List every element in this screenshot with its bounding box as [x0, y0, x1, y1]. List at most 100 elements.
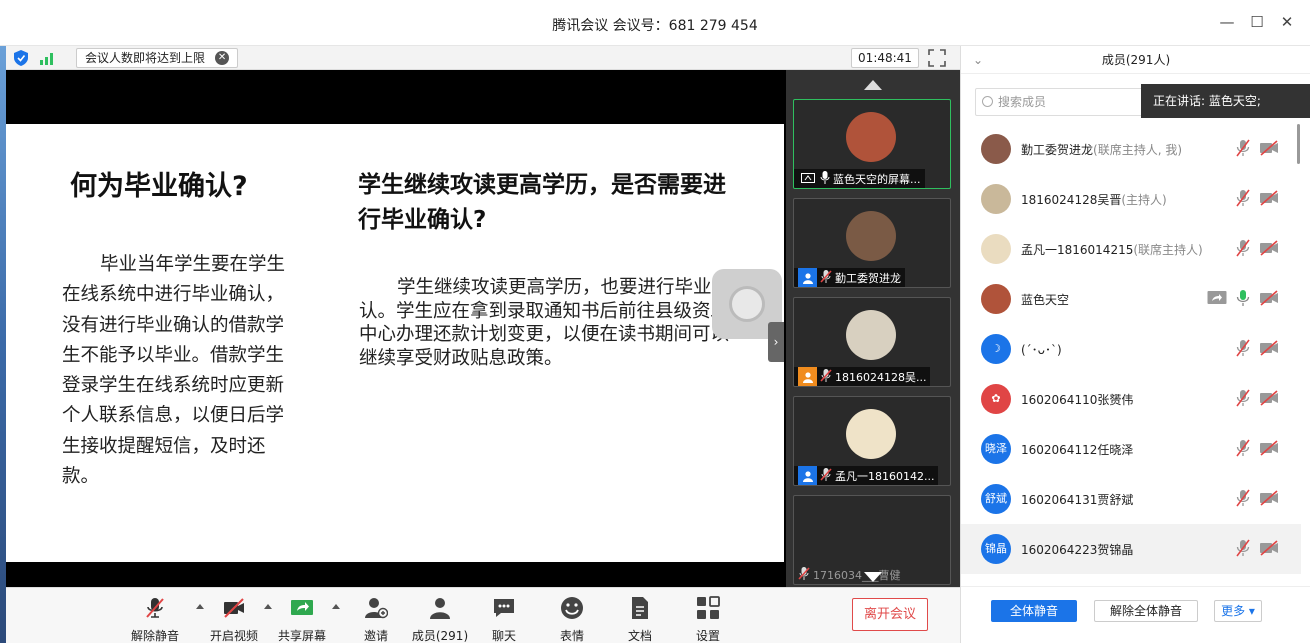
microphone-muted-icon[interactable]	[1235, 489, 1251, 511]
slide-right-heading: 学生继续攻读更高学历，是否需要进行毕业确认?	[358, 172, 726, 233]
video-options-caret-icon[interactable]	[264, 604, 272, 609]
share-screen-label: 共享屏幕	[277, 629, 326, 643]
participant-avatar	[846, 112, 896, 162]
video-thumbnail[interactable]: 蓝色天空的屏幕...	[793, 99, 951, 189]
audio-options-caret-icon[interactable]	[196, 604, 204, 609]
member-name-block: 勤工委贺进龙(联席主持人, 我)	[1021, 141, 1182, 158]
microphone-muted-icon[interactable]	[1235, 239, 1251, 261]
scroll-up-arrow-icon[interactable]	[864, 80, 882, 90]
member-row[interactable]: 1816024128吴晋(主持人)	[961, 174, 1301, 224]
invite-button[interactable]: 邀请	[348, 596, 404, 644]
microphone-muted-icon	[820, 368, 832, 385]
add-user-icon	[365, 598, 389, 619]
scroll-down-arrow-icon[interactable]	[864, 572, 882, 582]
member-row[interactable]: 舒斌 1602064131贾舒斌	[961, 474, 1301, 524]
member-name-block: 1816024128吴晋(主持人)	[1021, 191, 1167, 208]
close-notice-icon[interactable]: ✕	[215, 51, 230, 65]
participant-avatar	[846, 310, 896, 360]
start-video-button[interactable]: 开启视频	[206, 596, 262, 644]
member-row[interactable]: 孟凡一1816014215(联席主持人)	[961, 224, 1301, 274]
leave-meeting-button[interactable]: 离开会议	[852, 598, 928, 631]
microphone-muted-icon	[820, 269, 832, 286]
member-name: 勤工委贺进龙	[1021, 143, 1094, 157]
members-button[interactable]: 成员(291)	[408, 596, 472, 644]
member-row[interactable]: 锦晶 1602064223贺锦晶	[961, 524, 1301, 574]
camera-off-icon[interactable]	[1259, 490, 1279, 510]
fullscreen-icon[interactable]	[928, 49, 946, 67]
avatar: 锦晶	[981, 534, 1011, 564]
member-row[interactable]: ✿ 1602064110张赟伟	[961, 374, 1301, 424]
members-panel-header: ⌄ 成员(291人)	[961, 46, 1310, 74]
settings-grid-icon	[697, 596, 720, 619]
member-row[interactable]: 蓝色天空	[961, 274, 1301, 324]
more-options-button[interactable]: 更多 ▾	[1214, 600, 1262, 622]
member-status-icons	[1235, 489, 1279, 511]
member-name-block: 1602064112任晓泽	[1021, 441, 1133, 458]
microphone-muted-icon[interactable]	[1235, 339, 1251, 361]
collapse-thumbnails-button[interactable]: ›	[768, 322, 784, 362]
slide-right-body: 学生继续攻读更高学历，也要进行毕业确认。学生应在拿到录取通知书后前往县级资助中心…	[359, 277, 731, 369]
camera-off-icon[interactable]	[1259, 140, 1279, 160]
microphone-muted-icon[interactable]	[1235, 439, 1251, 461]
member-name: 1602064223贺锦晶	[1021, 543, 1134, 557]
user-role-icon	[798, 466, 817, 485]
close-window-button[interactable]: ✕	[1277, 12, 1297, 32]
meeting-info-bar: 会议人数即将达到上限 ✕ 01:48:41	[6, 46, 960, 70]
member-row[interactable]: 晓泽 1602064112任晓泽	[961, 424, 1301, 474]
member-row[interactable]: 勤工委贺进龙(联席主持人, 我)	[961, 124, 1301, 174]
chat-button[interactable]: 聊天	[476, 596, 532, 644]
camera-off-icon[interactable]	[1259, 390, 1279, 410]
thumbnail-name: 孟凡一18160142...	[835, 469, 935, 483]
mute-all-button[interactable]: 全体静音	[991, 600, 1077, 622]
video-thumbnail[interactable]: 1816024128吴...	[793, 297, 951, 387]
collapse-panel-chevron-icon[interactable]: ⌄	[973, 46, 983, 74]
search-members-input[interactable]: 搜索成员	[975, 88, 1145, 116]
camera-off-icon[interactable]	[1259, 240, 1279, 260]
thumbnail-name: 勤工委贺进龙	[835, 271, 901, 285]
members-label: 成员(291)	[411, 629, 469, 643]
meeting-toolbar: 解除静音 开启视频 共享屏幕 邀请 成员(291) 聊天 表情 文档 设置 离开…	[6, 587, 960, 643]
video-thumbnail[interactable]: 勤工委贺进龙	[793, 198, 951, 288]
member-role: (主持人)	[1121, 193, 1167, 207]
avatar: ✿	[981, 384, 1011, 414]
avatar: 舒斌	[981, 484, 1011, 514]
member-status-icons	[1235, 389, 1279, 411]
network-signal-icon[interactable]	[40, 51, 56, 65]
share-options-caret-icon[interactable]	[332, 604, 340, 609]
member-name: 蓝色天空	[1021, 293, 1070, 307]
video-thumbnail[interactable]: 孟凡一18160142...	[793, 396, 951, 486]
shield-icon[interactable]	[14, 50, 28, 66]
avatar: 晓泽	[981, 434, 1011, 464]
unmute-button[interactable]: 解除静音	[127, 596, 183, 644]
member-row[interactable]: ☽ (´･ᴗ･`)	[961, 324, 1301, 374]
microphone-muted-icon[interactable]	[1235, 539, 1251, 561]
member-role: (联席主持人, 我)	[1093, 143, 1183, 157]
unmute-all-button[interactable]: 解除全体静音	[1094, 600, 1198, 622]
microphone-icon[interactable]	[1235, 289, 1251, 311]
camera-off-icon[interactable]	[1259, 340, 1279, 360]
member-status-icons	[1235, 339, 1279, 361]
invite-label: 邀请	[363, 629, 388, 643]
camera-off-icon[interactable]	[1259, 540, 1279, 560]
share-screen-button[interactable]: 共享屏幕	[274, 596, 330, 644]
emoji-button[interactable]: 表情	[544, 596, 600, 644]
microphone-muted-icon[interactable]	[1235, 139, 1251, 161]
member-status-icons	[1235, 139, 1279, 161]
avatar: ☽	[981, 334, 1011, 364]
documents-button[interactable]: 文档	[612, 596, 668, 644]
minimize-button[interactable]: —	[1217, 12, 1237, 32]
member-name: (´･ᴗ･`)	[1021, 343, 1062, 357]
camera-off-icon[interactable]	[1259, 190, 1279, 210]
member-list-scrollbar[interactable]	[1297, 124, 1300, 164]
microphone-muted-icon[interactable]	[1235, 189, 1251, 211]
window-title: 腾讯会议 会议号：681 279 454	[552, 18, 758, 34]
microphone-muted-icon[interactable]	[1235, 389, 1251, 411]
members-panel: ⌄ 成员(291人) 搜索成员 正在讲话: 蓝色天空; 勤工委贺进龙(联席主持人…	[960, 46, 1310, 643]
maximize-button[interactable]: ☐	[1247, 12, 1267, 32]
camera-off-icon[interactable]	[1259, 440, 1279, 460]
settings-button[interactable]: 设置	[680, 596, 736, 644]
user-role-icon	[798, 367, 817, 386]
camera-off-icon[interactable]	[1259, 290, 1279, 310]
member-status-icons	[1235, 439, 1279, 461]
documents-label: 文档	[627, 629, 652, 643]
